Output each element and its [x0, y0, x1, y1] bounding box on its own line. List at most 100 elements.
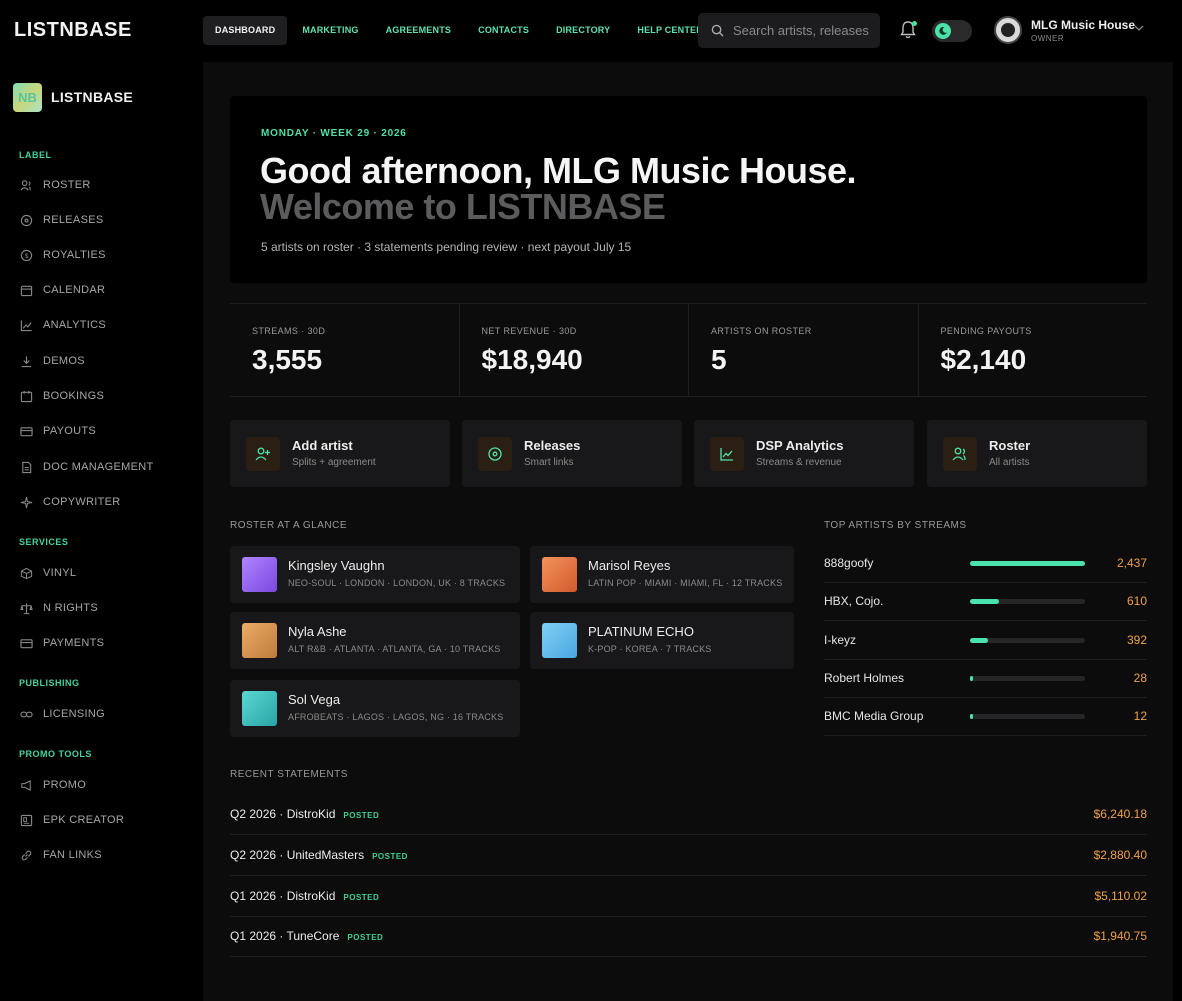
- top-artist-row[interactable]: BMC Media Group 12: [824, 698, 1147, 737]
- artist-thumbnail: [242, 623, 277, 658]
- artist-name: Kingsley Vaughn: [288, 558, 385, 573]
- quick-subtitle: Splits + agreement: [292, 457, 376, 468]
- sidebar-item-royalties[interactable]: $ ROYALTIES: [19, 246, 106, 264]
- statement-row[interactable]: Q2 2026 · DistroKid POSTED $6,240.18: [230, 794, 1147, 835]
- artist-card[interactable]: PLATINUM ECHO K-POP · KOREA · 7 TRACKS: [530, 612, 794, 669]
- quick-title: DSP Analytics: [756, 438, 844, 453]
- sidebar-item-analytics[interactable]: ANALYTICS: [19, 316, 106, 334]
- chevron-down-icon[interactable]: [1134, 24, 1144, 32]
- streams-bar: [970, 637, 989, 643]
- artist-meta: LATIN POP · MIAMI · MIAMI, FL · 12 TRACK…: [588, 578, 783, 588]
- sidebar-item-label: N RIGHTS: [43, 602, 98, 614]
- sidebar-item-n-rights[interactable]: N RIGHTS: [19, 599, 98, 617]
- sidebar-item-vinyl[interactable]: VINYL: [19, 564, 76, 582]
- add-artist-button[interactable]: Add artist Splits + agreement: [230, 420, 450, 487]
- sidebar-item-promo[interactable]: PROMO: [19, 776, 86, 794]
- nav-marketing[interactable]: MARKETING: [290, 16, 370, 45]
- sidebar-item-calendar[interactable]: CALENDAR: [19, 281, 105, 299]
- releases-button[interactable]: Releases Smart links: [462, 420, 682, 487]
- nav-agreements[interactable]: AGREEMENTS: [374, 16, 464, 45]
- streams-bar-track: [970, 637, 1085, 643]
- statement-row[interactable]: Q1 2026 · DistroKid POSTED $5,110.02: [230, 876, 1147, 917]
- sidebar-item-releases[interactable]: RELEASES: [19, 211, 103, 229]
- nav-dashboard[interactable]: DASHBOARD: [203, 16, 288, 45]
- sidebar-item-label: ANALYTICS: [43, 319, 107, 331]
- sidebar-item-roster[interactable]: ROSTER: [19, 176, 91, 194]
- statement-name: Q1 2026 · DistroKid POSTED: [230, 889, 379, 903]
- sidebar-item-label: COPYWRITER: [43, 496, 121, 508]
- hero-date: MONDAY · WEEK 29 · 2026: [261, 128, 407, 139]
- sidebar-item-label: VINYL: [43, 567, 77, 579]
- search-input[interactable]: [733, 23, 873, 38]
- sidebar-item-payments[interactable]: PAYMENTS: [19, 634, 104, 652]
- artist-card[interactable]: Marisol Reyes LATIN POP · MIAMI · MIAMI,…: [530, 546, 794, 603]
- quick-title: Releases: [524, 438, 581, 453]
- top-artist-row[interactable]: 888goofy 2,437: [824, 545, 1147, 583]
- statement-label: Q2 2026 · UnitedMasters: [230, 848, 365, 862]
- top-artist-row[interactable]: Robert Holmes 28: [824, 660, 1147, 698]
- top-artists-title: TOP ARTISTS BY STREAMS: [824, 520, 967, 531]
- hero-summary: 5 artists on roster · 3 statements pendi…: [261, 240, 632, 254]
- disc-icon: [478, 437, 512, 471]
- avatar[interactable]: [994, 16, 1022, 44]
- sidebar-section-label: LABEL: [19, 150, 52, 160]
- artist-name: Sol Vega: [288, 692, 341, 707]
- statement-row[interactable]: Q1 2026 · TuneCore POSTED $1,940.75: [230, 916, 1147, 957]
- stat-value: $2,140: [940, 344, 1027, 375]
- chart-icon: [19, 318, 33, 332]
- stat-artists: ARTISTS ON ROSTER 5: [689, 304, 919, 396]
- link-icon: [19, 848, 33, 862]
- megaphone-icon: [19, 778, 33, 792]
- statement-amount: $6,240.18: [1093, 807, 1147, 821]
- sidebar-item-bookings[interactable]: BOOKINGS: [19, 387, 104, 405]
- users-icon: [943, 437, 977, 471]
- nav-contacts[interactable]: CONTACTS: [466, 16, 541, 45]
- sparkle-icon: [19, 495, 33, 509]
- app-brand: LISTNBASE: [14, 19, 132, 41]
- top-artist-name: I-keyz: [824, 632, 857, 647]
- theme-toggle[interactable]: [932, 20, 972, 42]
- user-name[interactable]: MLG Music House: [1031, 18, 1135, 32]
- artist-card[interactable]: Nyla Ashe ALT R&B · ATLANTA · ATLANTA, G…: [230, 612, 520, 669]
- sidebar-item-label: DOC MANAGEMENT: [43, 461, 154, 473]
- sidebar-item-copywriter[interactable]: COPYWRITER: [19, 493, 121, 511]
- top-artist-streams: 12: [1133, 709, 1147, 724]
- card-icon: [19, 424, 33, 438]
- artist-meta: AFROBEATS · LAGOS · LAGOS, NG · 16 TRACK…: [288, 712, 504, 722]
- roster-button[interactable]: Roster All artists: [927, 420, 1147, 487]
- sidebar-section-services: SERVICES: [19, 537, 69, 547]
- artist-card[interactable]: Sol Vega AFROBEATS · LAGOS · LAGOS, NG ·…: [230, 680, 520, 737]
- chart-icon: [710, 437, 744, 471]
- sidebar-item-payouts[interactable]: PAYOUTS: [19, 422, 96, 440]
- artist-thumbnail: [542, 623, 577, 658]
- users-icon: [19, 178, 33, 192]
- artist-card[interactable]: Kingsley Vaughn NEO-SOUL · LONDON · LOND…: [230, 546, 520, 603]
- sidebar-item-licensing[interactable]: LICENSING: [19, 705, 105, 723]
- stat-value: 5: [711, 344, 727, 375]
- sidebar-item-doc-management[interactable]: DOC MANAGEMENT: [19, 458, 154, 476]
- top-artist-row[interactable]: HBX, Cojo. 610: [824, 583, 1147, 622]
- top-artist-row[interactable]: I-keyz 392: [824, 622, 1147, 660]
- artist-thumbnail: [542, 557, 577, 592]
- search-box[interactable]: [698, 13, 880, 48]
- top-artist-name: 888goofy: [824, 556, 874, 570]
- user-plus-icon: [246, 437, 280, 471]
- stat-value: 3,555: [252, 344, 323, 375]
- sidebar-item-demos[interactable]: DEMOS: [19, 352, 85, 370]
- sidebar-item-label: FAN LINKS: [43, 849, 102, 861]
- box-icon: [19, 566, 33, 580]
- scales-icon: [19, 601, 33, 615]
- streams-bar: [970, 675, 973, 681]
- top-bar: LISTNBASE DASHBOARD MARKETING AGREEMENTS…: [0, 0, 1182, 62]
- nav-directory[interactable]: DIRECTORY: [544, 16, 622, 45]
- statements-title: RECENT STATEMENTS: [230, 769, 348, 780]
- dsp-analytics-button[interactable]: DSP Analytics Streams & revenue: [694, 420, 914, 487]
- statement-row[interactable]: Q2 2026 · UnitedMasters POSTED $2,880.40: [230, 835, 1147, 876]
- streams-bar: [970, 561, 1085, 566]
- roster-section-title: ROSTER AT A GLANCE: [230, 520, 347, 531]
- sidebar-item-epk-creator[interactable]: EPK CREATOR: [19, 811, 124, 829]
- sidebar-item-label: BOOKINGS: [43, 390, 105, 402]
- status-badge: POSTED: [343, 811, 380, 820]
- sidebar-item-fan-links[interactable]: FAN LINKS: [19, 846, 102, 864]
- stat-label: NET REVENUE · 30D: [481, 326, 577, 336]
